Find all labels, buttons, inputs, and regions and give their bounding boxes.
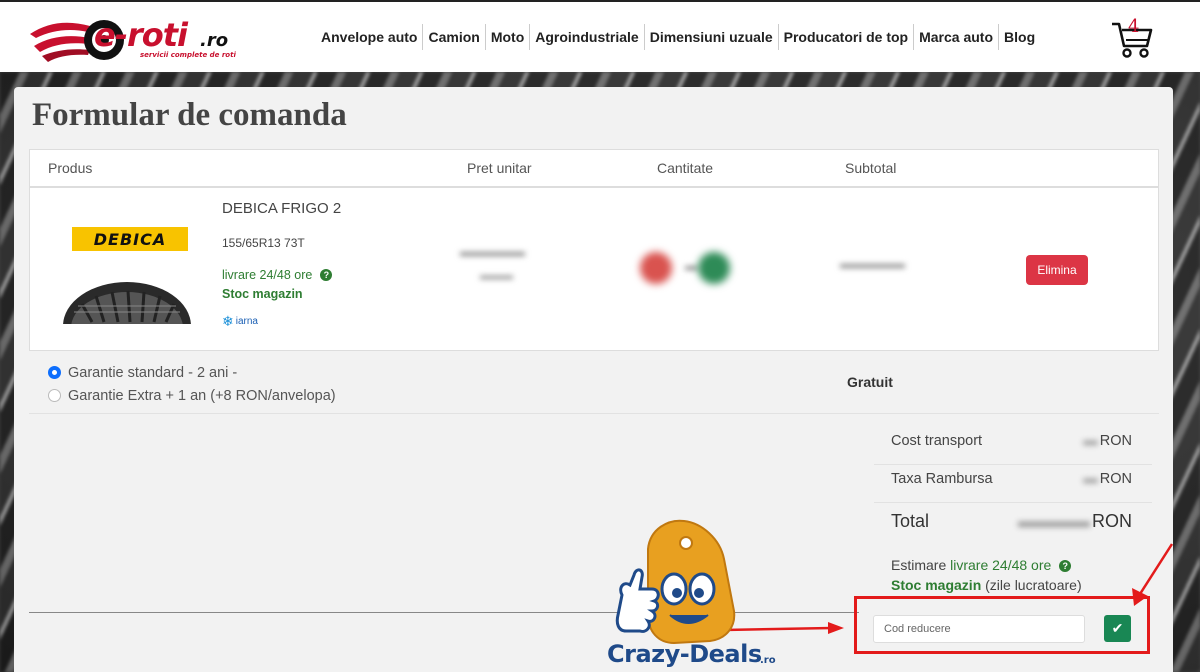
warranty-price: Gratuit xyxy=(847,374,893,390)
nav-producatori-de-top[interactable]: Producatori de top xyxy=(779,24,915,50)
help-icon[interactable]: ? xyxy=(320,269,333,281)
total-label: Total xyxy=(891,511,930,531)
col-produs: Produs xyxy=(48,160,93,176)
col-pret-unitar: Pret unitar xyxy=(467,160,532,176)
tire-image xyxy=(62,264,192,324)
warranty-standard-option[interactable]: Garantie standard - 2 ani - xyxy=(48,361,336,384)
warranty-options: Garantie standard - 2 ani - Garantie Ext… xyxy=(48,361,336,407)
product-delivery: livrare 24/48 ore? xyxy=(222,268,333,282)
cost-transport-currency: RON xyxy=(1099,433,1132,449)
coupon-apply-button[interactable]: ✔ xyxy=(1104,615,1131,642)
cart-table: Produs Pret unitar Cantitate Subtotal DE… xyxy=(29,149,1159,351)
estimate-stock: Stoc magazin xyxy=(891,577,982,593)
product-name[interactable]: DEBICA FRIGO 2 xyxy=(222,200,341,217)
product-image[interactable]: DEBICA xyxy=(60,200,191,324)
warranty-extra-label: Garantie Extra + 1 an (+8 RON/anvelopa) xyxy=(68,387,336,404)
order-form-card: Formular de comanda Produs Pret unitar C… xyxy=(14,87,1173,672)
cart-count-badge: 4 xyxy=(1128,16,1140,37)
logo-tld: .ro xyxy=(200,30,229,51)
snowflake-icon: ❄ xyxy=(222,313,234,329)
qty-decrease-button[interactable] xyxy=(640,252,672,284)
product-season: ❄ iarna xyxy=(222,313,258,330)
product-stock: Stoc magazin xyxy=(222,287,303,301)
watermark-tld: .ro xyxy=(760,655,776,666)
col-cantitate: Cantitate xyxy=(657,160,714,176)
nav-camion[interactable]: Camion xyxy=(423,24,486,50)
divider xyxy=(29,413,1159,414)
logo-tagline: servicii complete de roti xyxy=(140,51,236,59)
unit-price-redacted-secondary: ▬▬▬ xyxy=(480,270,513,282)
checkmark-icon: ✔ xyxy=(1111,620,1124,636)
cart-button[interactable]: 4 xyxy=(1110,16,1154,60)
nav-blog[interactable]: Blog xyxy=(999,24,1040,50)
nav-anvelope-auto[interactable]: Anvelope auto xyxy=(316,24,424,50)
site-header: e-roti .ro servicii complete de roti Anv… xyxy=(0,0,1200,72)
taxa-rambursa-label: Taxa Rambursa xyxy=(891,471,993,487)
totals-panel: Cost transport ▬ RON Taxa Rambursa ▬ RON T… xyxy=(874,427,1152,545)
taxa-rambursa-row: Taxa Rambursa ▬ RON xyxy=(874,465,1152,503)
product-delivery-text: livrare 24/48 ore xyxy=(222,268,313,282)
taxa-rambursa-currency: RON xyxy=(1099,471,1132,487)
nav-moto[interactable]: Moto xyxy=(486,24,531,50)
cost-transport-row: Cost transport ▬ RON xyxy=(874,427,1152,465)
annotation-arrow-icon xyxy=(1132,543,1174,606)
estimate-delivery: livrare 24/48 ore xyxy=(950,557,1052,573)
nav-agroindustriale[interactable]: Agroindustriale xyxy=(530,24,645,50)
product-size: 155/65R13 73T xyxy=(222,236,305,250)
cost-transport-value: ▬ RON xyxy=(1083,433,1132,449)
estimate-suffix: (zile lucratoare) xyxy=(985,577,1082,593)
estimate-prefix: Estimare xyxy=(891,557,947,573)
warranty-standard-label: Garantie standard - 2 ani - xyxy=(68,364,238,381)
radio-unselected[interactable] xyxy=(48,389,61,402)
cost-transport-label: Cost transport xyxy=(891,433,983,449)
total-currency: RON xyxy=(1092,511,1132,531)
subtotal-redacted: ▬▬▬▬▬ xyxy=(840,256,905,271)
nav-marca-auto[interactable]: Marca auto xyxy=(914,24,1000,50)
cart-table-header: Produs Pret unitar Cantitate Subtotal xyxy=(30,150,1158,188)
delivery-estimate: Estimare livrare 24/48 ore? Stoc magazin… xyxy=(891,555,1082,595)
warranty-extra-option[interactable]: Garantie Extra + 1 an (+8 RON/anvelopa) xyxy=(48,384,336,407)
delete-item-button[interactable]: Elimina xyxy=(1026,255,1088,285)
radio-selected[interactable] xyxy=(48,366,61,379)
help-icon[interactable]: ? xyxy=(1059,560,1072,572)
watermark-brand: Crazy-Deals xyxy=(607,640,762,668)
logo-text: e-roti xyxy=(94,16,188,54)
total-row: Total ▬▬▬▬ RON xyxy=(874,503,1152,545)
brand-logo: DEBICA xyxy=(72,227,188,251)
page-title: Formular de comanda xyxy=(32,97,347,133)
site-logo[interactable]: e-roti .ro servicii complete de roti xyxy=(28,12,240,66)
season-label: iarna xyxy=(235,316,258,327)
main-nav: Anvelope auto Camion Moto Agroindustrial… xyxy=(316,24,1040,50)
nav-dimensiuni-uzuale[interactable]: Dimensiuni uzuale xyxy=(645,24,779,50)
unit-price-redacted: ▬▬▬▬▬ xyxy=(460,244,525,259)
taxa-rambursa-value: ▬ RON xyxy=(1083,471,1132,487)
col-subtotal: Subtotal xyxy=(845,160,897,176)
coupon-code-input[interactable] xyxy=(873,615,1085,643)
qty-value-redacted: ▬ xyxy=(685,258,698,273)
qty-increase-button[interactable] xyxy=(698,252,730,284)
total-value: ▬▬▬▬ RON xyxy=(1018,511,1132,531)
